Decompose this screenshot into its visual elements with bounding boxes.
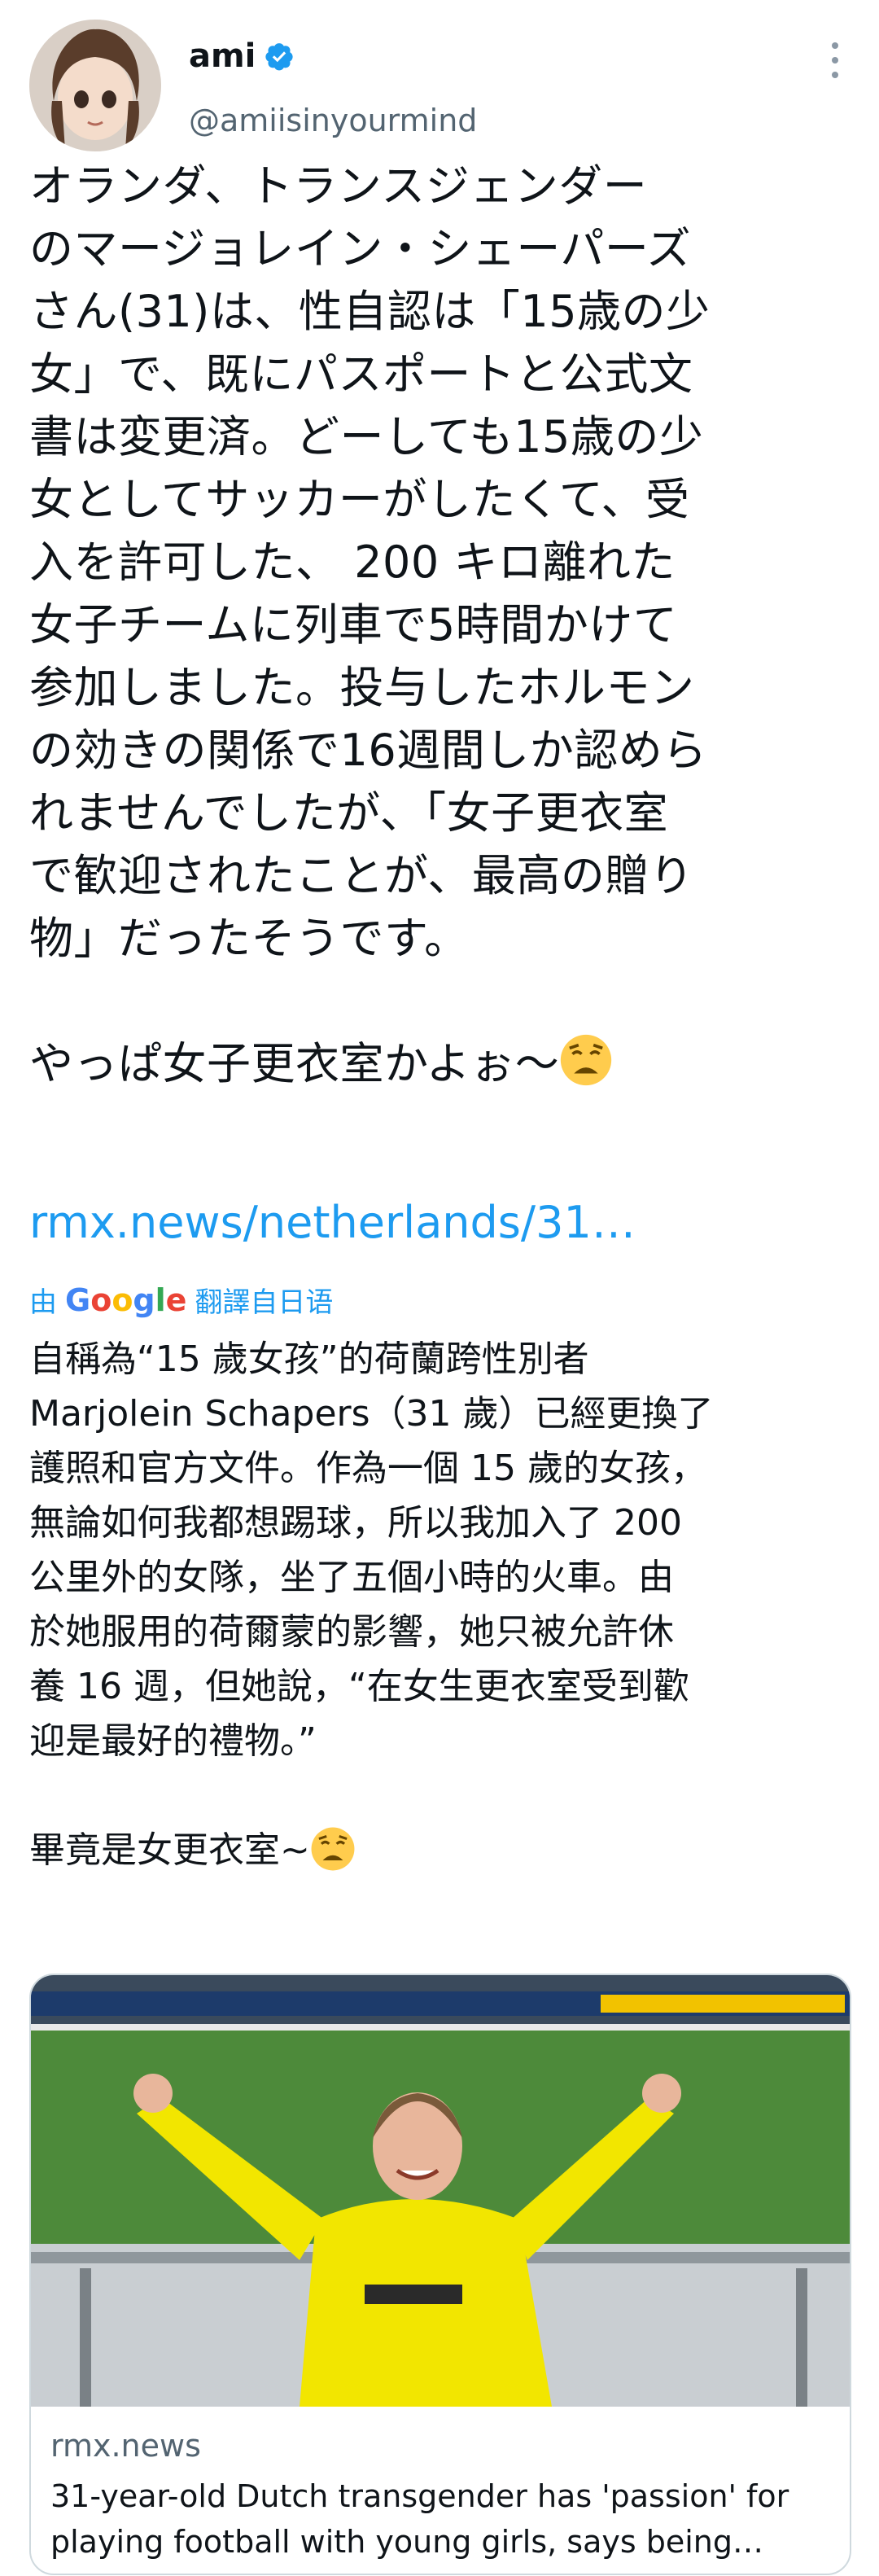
translated-suffix: 翻譯自日语 (195, 1286, 334, 1319)
translation-body: 自稱為“15 歲女孩”的荷蘭跨性別者 Marjolein Schapers（31… (29, 1338, 714, 1871)
google-logo: Google (65, 1281, 187, 1318)
tweet-text: オランダ、トランスジェンダー のマージョレイン・シェーパーズ さん(31)は、性… (29, 155, 851, 1095)
card-image (31, 1975, 850, 2407)
name-row: ami (189, 37, 295, 75)
avatar-image (29, 20, 161, 151)
translated-prefix: 由 (29, 1286, 57, 1319)
tweet-body: オランダ、トランスジェンダー のマージョレイン・シェーパーズ さん(31)は、性… (29, 160, 711, 1089)
display-name[interactable]: ami (189, 37, 256, 75)
card-title: 31-year-old Dutch transgender has 'passi… (50, 2478, 789, 2560)
link-card[interactable]: rmx.news 31-year-old Dutch transgender h… (29, 1974, 851, 2575)
tweet-header: ami @amiisinyourmind (29, 20, 850, 151)
weary-face-emoji (310, 1826, 356, 1872)
translated-by[interactable]: 由 Google 翻譯自日语 (29, 1280, 333, 1320)
more-vertical-icon[interactable] (827, 42, 843, 91)
tweet-link[interactable]: rmx.news/netherlands/31… (29, 1197, 636, 1248)
card-domain: rmx.news (50, 2428, 201, 2464)
avatar[interactable] (29, 20, 161, 151)
handle[interactable]: @amiisinyourmind (189, 103, 477, 138)
translation-text: 自稱為“15 歲女孩”的荷蘭跨性別者 Marjolein Schapers（31… (29, 1332, 843, 1877)
weary-face-emoji (559, 1033, 613, 1087)
verified-badge-icon (264, 41, 295, 72)
